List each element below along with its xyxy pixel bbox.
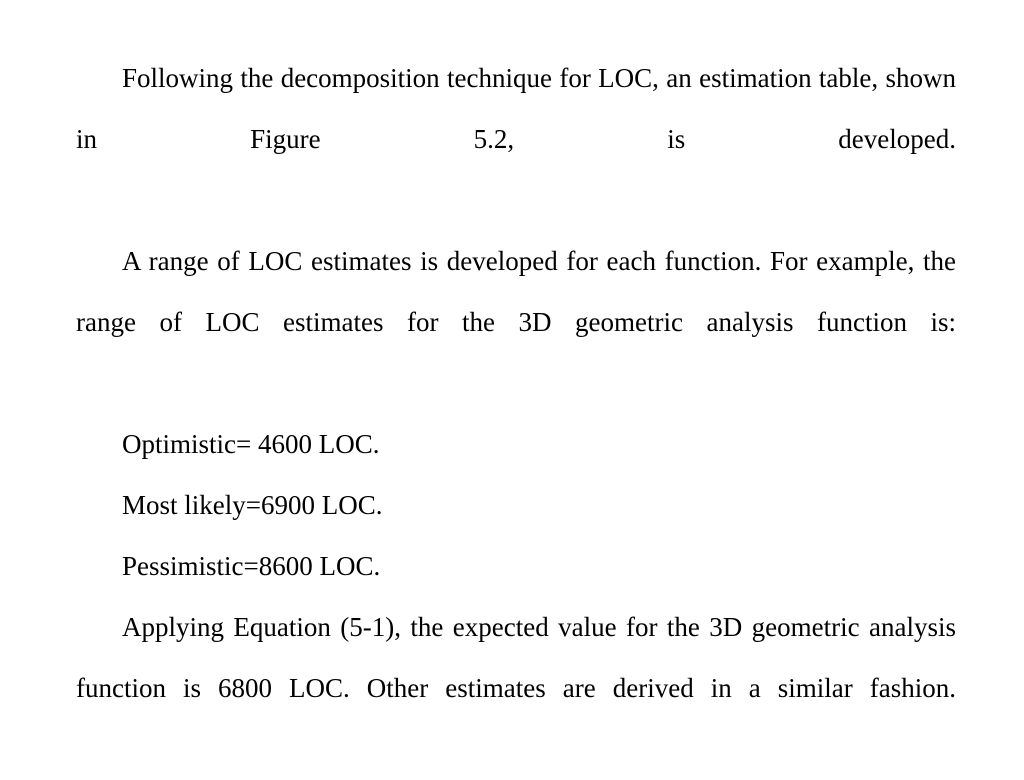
estimate-line-most-likely: Most likely=6900 LOC. xyxy=(122,490,383,520)
estimate-line-pessimistic: Pessimistic=8600 LOC. xyxy=(122,551,381,581)
estimate-line-optimistic: Optimistic= 4600 LOC. xyxy=(122,429,380,459)
paragraph-intro-decomposition: Following the decomposition technique fo… xyxy=(76,63,956,154)
document-page: Following the decomposition technique fo… xyxy=(0,0,1024,768)
text-column: Following the decomposition technique fo… xyxy=(76,48,956,780)
paragraph-expected-value: Applying Equation (5-1), the expected va… xyxy=(76,612,956,703)
paragraph-range-of-loc-estimates: A range of LOC estimates is developed fo… xyxy=(76,246,956,337)
